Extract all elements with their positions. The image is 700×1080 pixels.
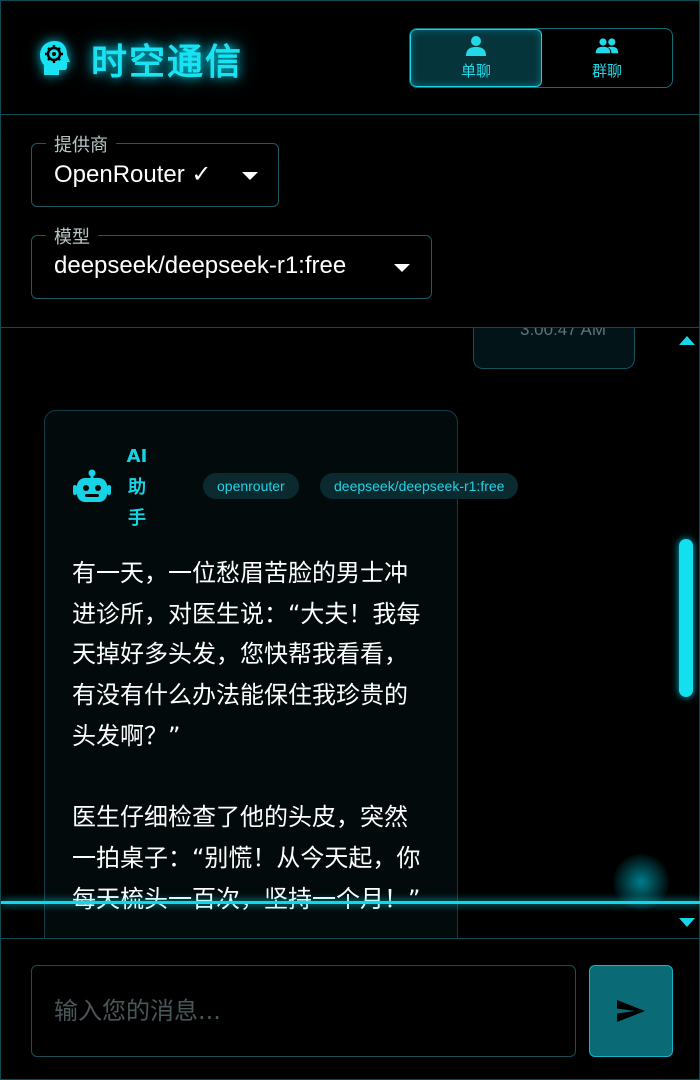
provider-value: OpenRouter ✓ <box>54 161 212 188</box>
sender-char: AI <box>126 446 148 467</box>
ai-message-header: AI 助 手 openrouter deepseek/deepseek-r1:f… <box>73 441 519 534</box>
ai-message-text: 有一天，一位愁眉苦脸的男士冲进诊所，对医生说：“大夫！我每天掉好多头发，您快帮我… <box>72 559 421 913</box>
scroll-up-arrow-icon[interactable] <box>679 336 695 345</box>
group-chat-button[interactable]: 群聊 <box>542 29 672 87</box>
group-chat-label: 群聊 <box>591 62 622 80</box>
single-chat-label: 单聊 <box>460 62 491 80</box>
chevron-down-icon <box>242 172 258 180</box>
message-timestamp: 3:00:47 AM <box>519 328 606 339</box>
model-tag: deepseek/deepseek-r1:free <box>320 473 519 499</box>
chevron-down-icon <box>394 264 410 272</box>
group-icon <box>595 38 619 54</box>
app-title: 时空通信 <box>91 42 244 83</box>
provider-select[interactable]: 提供商 OpenRouter ✓ <box>31 131 279 207</box>
model-label: 模型 <box>46 223 98 249</box>
person-icon <box>466 36 486 56</box>
chat-mode-toggle: 单聊 群聊 <box>409 28 673 88</box>
message-input[interactable] <box>31 965 576 1057</box>
composer <box>1 938 700 1080</box>
header: 时空通信 单聊 群聊 <box>1 1 700 115</box>
ai-message-bubble: AI 助 手 openrouter deepseek/deepseek-r1:f… <box>44 410 519 938</box>
robot-icon <box>73 469 111 502</box>
provider-label: 提供商 <box>46 131 116 157</box>
provider-tag: openrouter <box>203 473 299 499</box>
app-window: 时空通信 单聊 群聊 提供商 OpenRouter ✓ 模型 deepseek/… <box>0 0 700 1080</box>
message-list[interactable]: 3:00:47 AM AI 助 手 openrouter deepseek/de… <box>1 328 700 938</box>
ai-sender-name: AI 助 手 <box>125 441 149 534</box>
sender-char: 助 <box>128 477 146 498</box>
single-chat-button[interactable]: 单聊 <box>410 29 542 87</box>
model-value: deepseek/deepseek-r1:free <box>54 252 347 279</box>
sender-char: 手 <box>128 508 146 529</box>
settings-panel: 提供商 OpenRouter ✓ 模型 deepseek/deepseek-r1… <box>1 115 700 328</box>
send-button[interactable] <box>589 965 673 1057</box>
user-message-bubble: 3:00:47 AM <box>473 328 635 369</box>
scroll-down-arrow-icon[interactable] <box>679 918 695 927</box>
send-icon <box>617 1000 645 1022</box>
glow-divider <box>1 901 700 904</box>
brain-head-icon <box>40 41 70 75</box>
model-select[interactable]: 模型 deepseek/deepseek-r1:free <box>31 223 432 299</box>
scrollbar-thumb[interactable] <box>679 539 693 697</box>
